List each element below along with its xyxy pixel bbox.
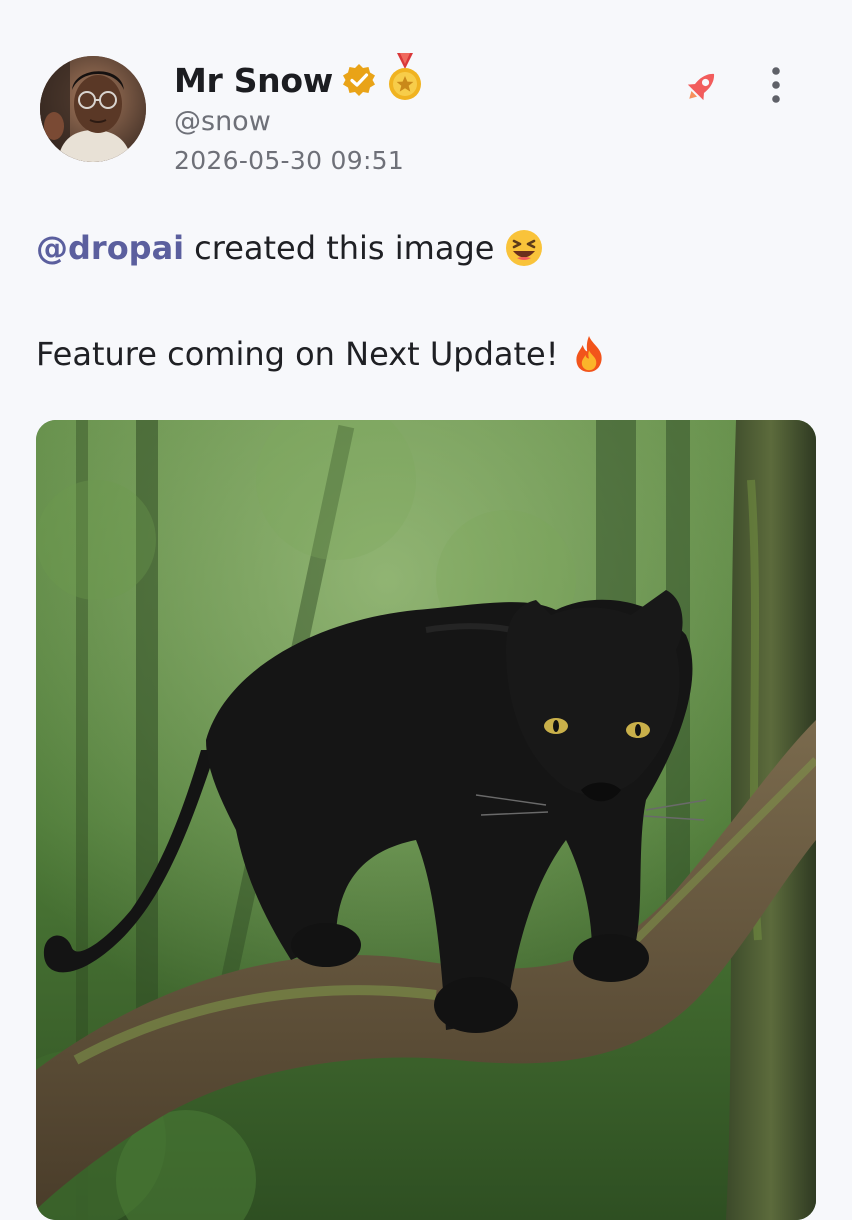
post-timestamp: 2026-05-30 09:51 — [174, 146, 405, 175]
more-vertical-icon[interactable] — [760, 64, 792, 108]
post-text-line-1: @dropai created this image — [36, 228, 544, 268]
post-text: created this image — [194, 229, 495, 267]
laughing-emoji-icon — [504, 228, 544, 268]
post-text-line-2: Feature coming on Next Update! — [36, 334, 607, 374]
mention-link[interactable]: @dropai — [36, 229, 184, 267]
author-name-row: Mr Snow — [174, 53, 425, 104]
post-card: Mr Snow @snow 2026-05-30 09:51 @dropai c… — [0, 0, 852, 1220]
post-text: Feature coming on Next Update! — [36, 335, 559, 373]
medal-icon — [385, 53, 425, 103]
post-image[interactable] — [36, 420, 816, 1220]
fire-emoji-icon — [571, 334, 607, 374]
author-display-name[interactable]: Mr Snow — [174, 61, 333, 100]
author-avatar[interactable] — [40, 56, 146, 162]
verified-badge-icon — [341, 62, 377, 98]
author-handle[interactable]: @snow — [174, 106, 271, 137]
rocket-icon[interactable] — [682, 66, 722, 106]
